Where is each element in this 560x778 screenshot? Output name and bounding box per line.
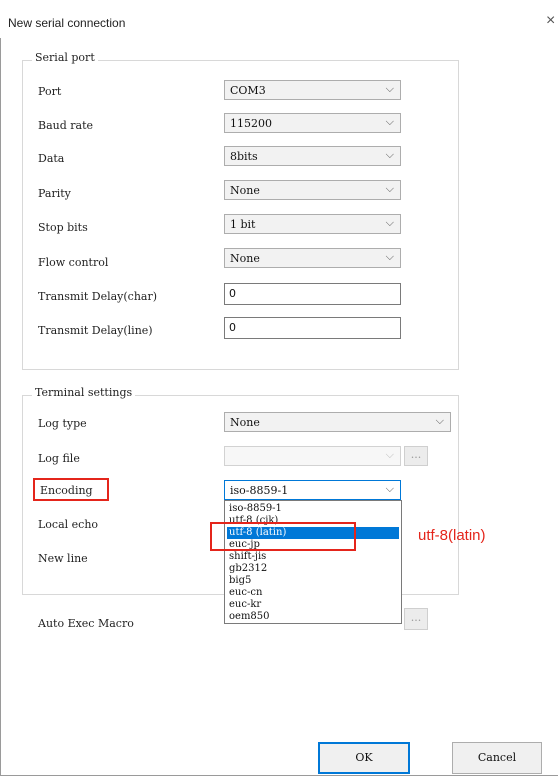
auto-exec-macro-label: Auto Exec Macro [38,617,134,630]
stop-bits-label: Stop bits [38,221,88,234]
local-echo-label: Local echo [38,518,99,531]
encoding-label: Encoding [40,484,93,497]
flow-control-select[interactable]: None ⌵ [224,248,401,268]
chevron-down-icon: ⌵ [385,250,394,263]
annotation-utf8-latin: utf-8(latin) [418,527,486,544]
encoding-option[interactable]: euc-kr [227,599,399,611]
encoding-option[interactable]: shift-jis [227,551,399,563]
data-label: Data [38,152,65,165]
log-file-label: Log file [38,452,80,465]
chevron-down-icon: ⌵ [385,115,394,128]
transmit-delay-line-value: 0 [229,321,236,334]
terminal-settings-group-label: Terminal settings [32,386,136,399]
new-line-label: New line [38,552,88,565]
transmit-delay-char-label: Transmit Delay(char) [38,290,158,303]
baud-rate-select[interactable]: 115200 ⌵ [224,113,401,133]
log-type-label: Log type [38,417,87,430]
encoding-option[interactable]: oem850 [227,611,399,623]
close-icon[interactable]: × [546,12,555,30]
chevron-down-icon: ⌵ [385,448,394,461]
parity-label: Parity [38,187,71,200]
port-value: COM3 [230,84,266,97]
encoding-option[interactable]: euc-cn [227,587,399,599]
chevron-down-icon: ⌵ [385,82,394,95]
port-select[interactable]: COM3 ⌵ [224,80,401,100]
encoding-option[interactable]: gb2312 [227,563,399,575]
utf8-latin-highlight [210,522,356,551]
transmit-delay-line-label: Transmit Delay(line) [38,324,153,337]
chevron-down-icon: ⌵ [385,182,394,195]
chevron-down-icon: ⌵ [385,482,394,495]
log-file-select[interactable]: ⌵ [224,446,401,466]
serial-port-group-label: Serial port [32,51,98,64]
stop-bits-value: 1 bit [230,218,256,231]
encoding-select[interactable]: iso-8859-1 ⌵ [224,480,401,500]
encoding-option[interactable]: iso-8859-1 [227,503,399,515]
cancel-button[interactable]: Cancel [452,742,542,774]
baud-rate-value: 115200 [230,117,272,130]
encoding-option[interactable]: big5 [227,575,399,587]
chevron-down-icon: ⌵ [435,414,444,427]
encoding-value: iso-8859-1 [230,484,289,497]
log-file-browse-button[interactable]: ... [404,446,428,466]
transmit-delay-char-input[interactable]: 0 [224,283,401,305]
port-label: Port [38,85,62,98]
baud-rate-label: Baud rate [38,119,94,132]
ok-button[interactable]: OK [318,742,410,774]
data-value: 8bits [230,150,258,163]
flow-control-label: Flow control [38,256,109,269]
encoding-dropdown-list: iso-8859-1 utf-8 (cjk) utf-8 (latin) euc… [224,500,402,624]
chevron-down-icon: ⌵ [385,148,394,161]
parity-value: None [230,184,260,197]
stop-bits-select[interactable]: 1 bit ⌵ [224,214,401,234]
window-title: New serial connection [8,16,126,30]
log-type-select[interactable]: None ⌵ [224,412,451,432]
log-type-value: None [230,416,260,429]
chevron-down-icon: ⌵ [385,216,394,229]
auto-exec-macro-browse-button[interactable]: ... [404,608,428,630]
data-select[interactable]: 8bits ⌵ [224,146,401,166]
flow-control-value: None [230,252,260,265]
transmit-delay-line-input[interactable]: 0 [224,317,401,339]
transmit-delay-char-value: 0 [229,287,236,300]
parity-select[interactable]: None ⌵ [224,180,401,200]
